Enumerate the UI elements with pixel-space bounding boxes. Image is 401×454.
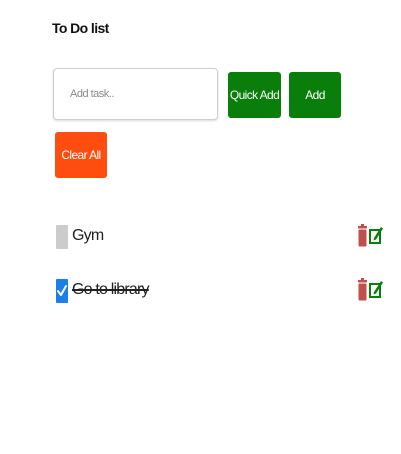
trash-icon[interactable] bbox=[356, 223, 370, 249]
add-button[interactable]: Add bbox=[289, 72, 341, 118]
task-checkbox[interactable] bbox=[56, 225, 68, 249]
checkmark-icon bbox=[57, 285, 67, 296]
task-item: Gym bbox=[56, 223, 386, 251]
edit-icon[interactable] bbox=[369, 277, 383, 303]
quick-add-button[interactable]: Quick Add bbox=[228, 72, 281, 118]
task-input[interactable] bbox=[53, 68, 218, 120]
page-title: To Do list bbox=[52, 20, 109, 36]
task-label: Gym bbox=[72, 227, 104, 244]
task-label: Go to library bbox=[72, 281, 150, 298]
edit-icon[interactable] bbox=[369, 223, 383, 249]
clear-all-button[interactable]: Clear All bbox=[55, 132, 107, 178]
task-checkbox[interactable] bbox=[56, 279, 68, 303]
todo-app: To Do list Quick Add Add Clear All Gym bbox=[0, 0, 401, 454]
task-item: Go to library bbox=[56, 277, 386, 305]
trash-icon[interactable] bbox=[356, 277, 370, 303]
